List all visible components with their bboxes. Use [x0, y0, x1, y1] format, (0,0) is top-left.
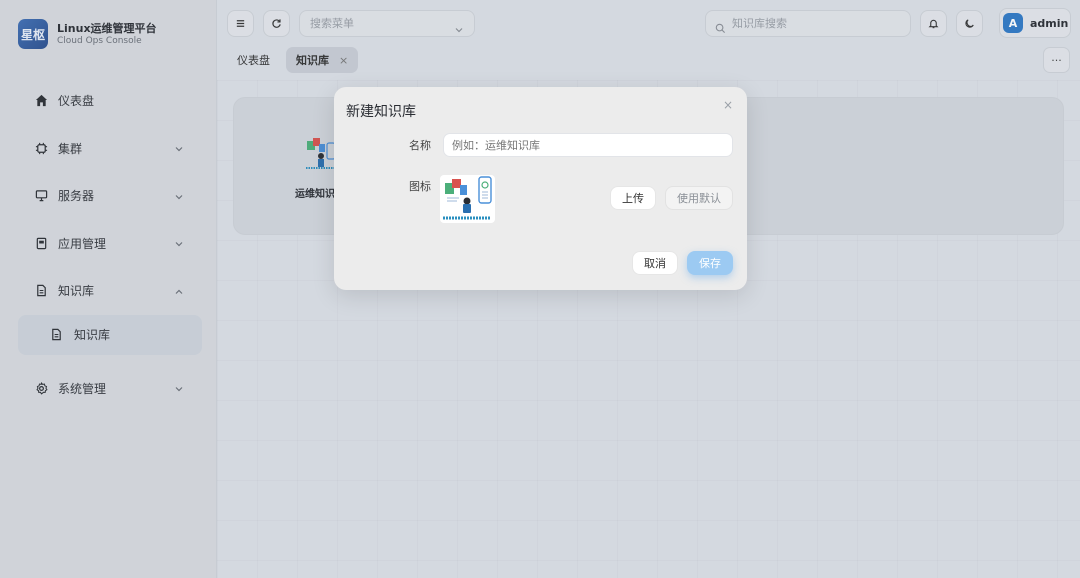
- name-field[interactable]: [443, 133, 733, 157]
- cancel-button[interactable]: 取消: [632, 251, 678, 275]
- upload-button[interactable]: 上传: [610, 186, 656, 210]
- name-label: 名称: [409, 139, 431, 152]
- dialog-title: 新建知识库: [346, 104, 416, 120]
- close-icon[interactable]: ×: [723, 98, 733, 112]
- knowledge-illustration-icon: [443, 176, 492, 220]
- save-button[interactable]: 保存: [687, 251, 733, 275]
- new-knowledge-base-dialog: 新建知识库 × 名称 图标 上传 使用默认 取消 保存: [334, 87, 747, 290]
- icon-preview: [440, 175, 495, 223]
- use-default-button[interactable]: 使用默认: [665, 186, 733, 210]
- icon-label: 图标: [409, 180, 431, 193]
